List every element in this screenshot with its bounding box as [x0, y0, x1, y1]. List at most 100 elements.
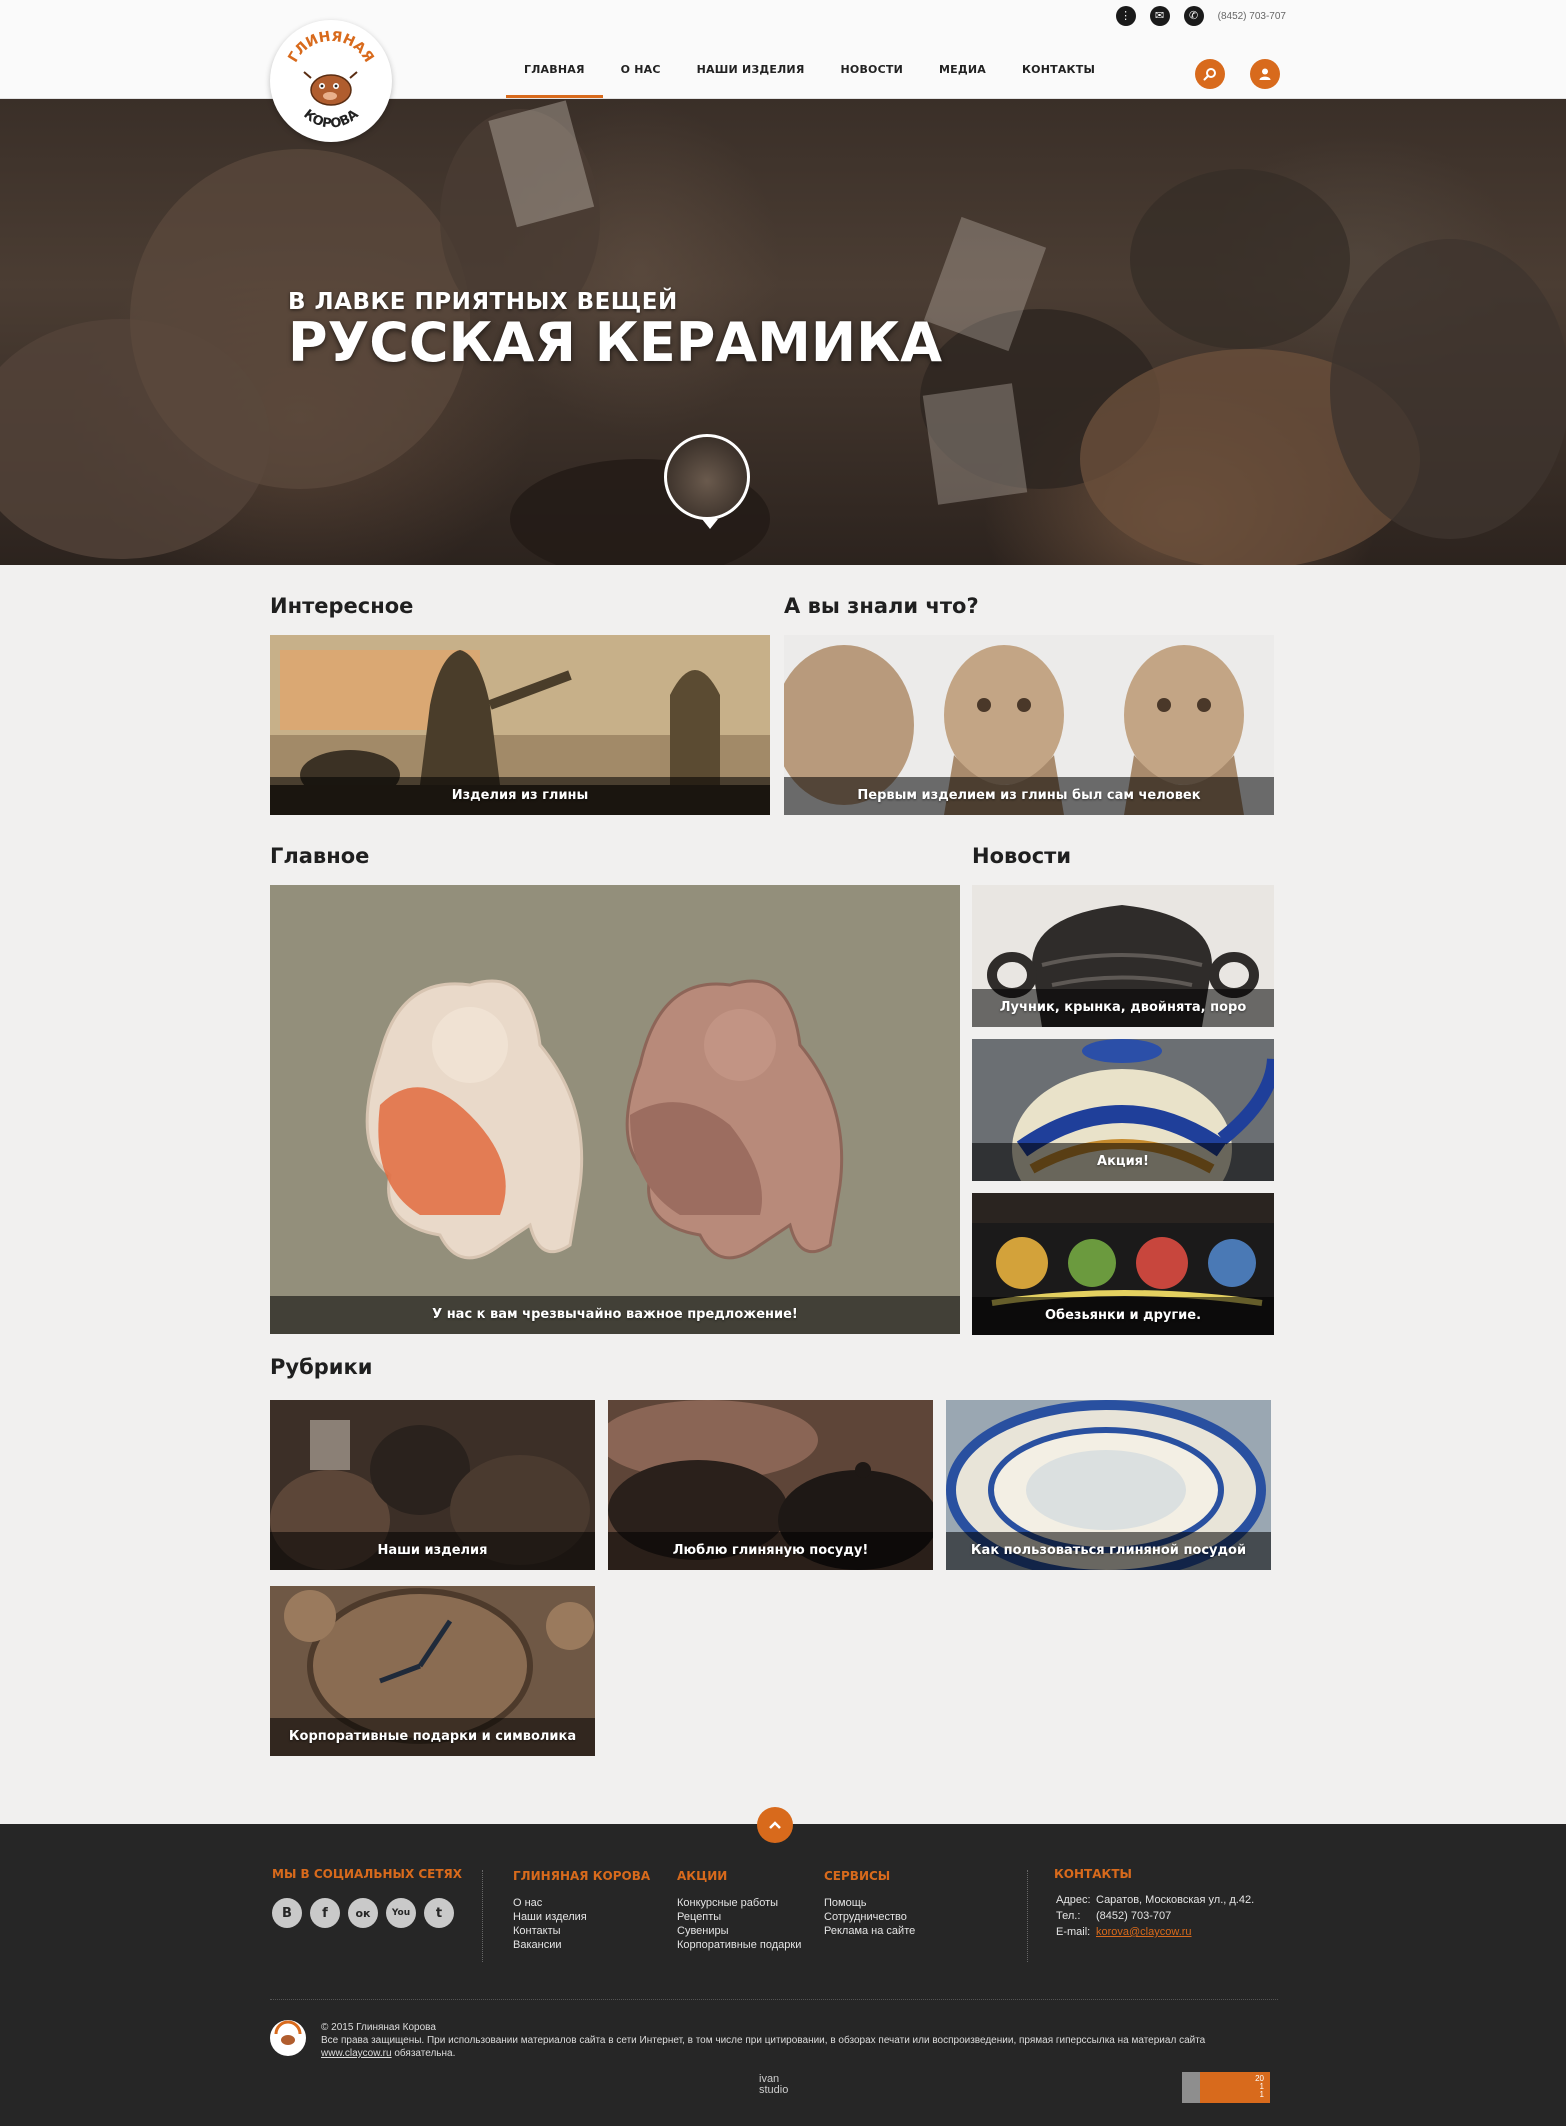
user-button[interactable] — [1250, 59, 1280, 89]
card-main-feature[interactable]: У нас к вам чрезвычайно важное предложен… — [270, 885, 960, 1334]
card-caption: Акция! — [972, 1143, 1274, 1181]
card-interesting[interactable]: Изделия из глины — [270, 635, 770, 815]
rubric-card[interactable]: Наши изделия — [270, 1400, 595, 1570]
email-link[interactable]: korova@claycow.ru — [1096, 1924, 1192, 1940]
footer-link[interactable]: Реклама на сайте — [824, 1924, 915, 1938]
footer-logo[interactable] — [270, 2020, 306, 2056]
footer-link[interactable]: Помощь — [824, 1896, 915, 1910]
footer-link[interactable]: Сувениры — [677, 1924, 801, 1938]
news-card[interactable]: Обезьянки и другие. — [972, 1193, 1274, 1335]
site-logo[interactable]: ГЛИНЯНАЯ КОРОВА — [270, 20, 392, 142]
news-card[interactable]: Лучник, крынка, двойнята, поро — [972, 885, 1274, 1027]
contact-address: Адрес: Саратов, Московская ул., д.42. — [1056, 1892, 1254, 1908]
footer-link[interactable]: Контакты — [513, 1924, 587, 1938]
hero-slider: В ЛАВКЕ ПРИЯТНЫХ ВЕЩЕЙ РУССКАЯ КЕРАМИКА — [0, 99, 1566, 565]
hero-slide-thumbnail[interactable] — [664, 434, 750, 529]
sitemap-icon[interactable]: ⋮ — [1115, 6, 1136, 26]
contact-phone: Тел.: (8452) 703-707 — [1056, 1908, 1254, 1924]
contact-label: Адрес: — [1056, 1894, 1091, 1906]
footer-link[interactable]: Рецепты — [677, 1910, 801, 1924]
main-nav: ГЛАВНАЯ О НАС НАШИ ИЗДЕЛИЯ НОВОСТИ МЕДИА… — [506, 60, 1113, 98]
footer-col-title: СЕРВИСЫ — [824, 1869, 891, 1883]
footer-contacts-title: КОНТАКТЫ — [1054, 1867, 1132, 1881]
section-title-interesting: Интересное — [270, 594, 414, 618]
scroll-to-top-button[interactable] — [757, 1807, 793, 1843]
search-button[interactable] — [1195, 59, 1225, 89]
card-caption: Люблю глиняную посуду! — [608, 1532, 933, 1570]
logo-text-top: ГЛИНЯНАЯ — [285, 29, 376, 66]
mail-icon[interactable]: ✉ — [1149, 6, 1170, 26]
footer-col-title: ГЛИНЯНАЯ КОРОВА — [513, 1869, 651, 1883]
section-title-main: Главное — [270, 844, 370, 868]
developer-studio-logo[interactable]: ivan studio — [759, 2074, 788, 2096]
legal-notice-end: обязательна. — [394, 2048, 456, 2059]
section-title-did-you-know: А вы знали что? — [784, 594, 979, 618]
footer-divider — [1027, 1870, 1028, 1962]
nav-item-home[interactable]: ГЛАВНАЯ — [506, 60, 603, 98]
youtube-icon[interactable]: You — [386, 1898, 416, 1928]
chevron-up-icon — [769, 1821, 781, 1829]
nav-item-about[interactable]: О НАС — [603, 60, 679, 98]
footer-link[interactable]: Конкурсные работы — [677, 1896, 801, 1910]
rubric-card[interactable]: Корпоративные подарки и символика — [270, 1586, 595, 1756]
footer-links: Конкурсные работы Рецепты Сувениры Корпо… — [677, 1896, 801, 1952]
contact-email: E-mail: korova@claycow.ru — [1056, 1924, 1254, 1940]
footer-link[interactable]: Вакансии — [513, 1938, 587, 1952]
site-header: ⋮ ✉ ✆ (8452) 703-707 ГЛАВНАЯ О НАС НАШИ … — [0, 0, 1566, 99]
header-phone: (8452) 703-707 — [1217, 10, 1286, 22]
twitter-icon[interactable]: t — [424, 1898, 454, 1928]
footer-rule — [270, 1999, 1278, 2000]
footer-contacts: Адрес: Саратов, Московская ул., д.42. Те… — [1056, 1892, 1254, 1940]
footer-copyright: © 2015 Глиняная Корова Все права защищен… — [321, 2021, 1261, 2060]
card-caption: Изделия из глины — [270, 777, 770, 815]
footer-divider — [482, 1870, 483, 1962]
user-icon — [1259, 68, 1271, 80]
vk-icon[interactable]: В — [272, 1898, 302, 1928]
card-caption: Как пользоваться глиняной посудой — [946, 1532, 1271, 1570]
contact-label: E-mail: — [1056, 1926, 1091, 1938]
card-caption: Наши изделия — [270, 1532, 595, 1570]
phone-icon[interactable]: ✆ — [1183, 6, 1204, 26]
nav-item-news[interactable]: НОВОСТИ — [823, 60, 921, 98]
card-caption: Корпоративные подарки и символика — [270, 1718, 595, 1756]
contact-value: Саратов, Московская ул., д.42. — [1096, 1894, 1255, 1906]
logo-text-bottom: КОРОВА — [300, 107, 361, 132]
visit-counter[interactable]: 20 1 1 — [1182, 2072, 1270, 2103]
section-title-news: Новости — [972, 844, 1072, 868]
footer-link[interactable]: Сотрудничество — [824, 1910, 915, 1924]
card-caption: У нас к вам чрезвычайно важное предложен… — [270, 1296, 960, 1334]
site-link[interactable]: www.claycow.ru — [321, 2048, 392, 2059]
utility-bar: ⋮ ✉ ✆ (8452) 703-707 — [1115, 6, 1286, 26]
footer-links: О нас Наши изделия Контакты Вакансии — [513, 1896, 587, 1952]
section-title-rubrics: Рубрики — [270, 1355, 373, 1379]
legal-text: Все права защищены. При использовании ма… — [321, 2034, 1261, 2060]
counter-value: 1 — [1259, 2090, 1264, 2099]
rubric-card[interactable]: Люблю глиняную посуду! — [608, 1400, 933, 1570]
nav-item-products[interactable]: НАШИ ИЗДЕЛИЯ — [679, 60, 823, 98]
counter-chart-icon — [1182, 2072, 1200, 2103]
site-footer: МЫ В СОЦИАЛЬНЫХ СЕТЯХ В f ок You t ГЛИНЯ… — [0, 1824, 1566, 2126]
footer-link[interactable]: О нас — [513, 1896, 587, 1910]
card-did-you-know[interactable]: Первым изделием из глины был сам человек — [784, 635, 1274, 815]
nav-item-media[interactable]: МЕДИА — [921, 60, 1004, 98]
nav-item-contacts[interactable]: КОНТАКТЫ — [1004, 60, 1113, 98]
copyright-text: © 2015 Глиняная Корова — [321, 2022, 436, 2033]
facebook-icon[interactable]: f — [310, 1898, 340, 1928]
card-caption: Лучник, крынка, двойнята, поро — [972, 989, 1274, 1027]
footer-col-title: АКЦИИ — [677, 1869, 728, 1883]
card-caption: Первым изделием из глины был сам человек — [784, 777, 1274, 815]
search-icon — [1203, 68, 1216, 81]
footer-link[interactable]: Корпоративные подарки — [677, 1938, 801, 1952]
odnoklassniki-icon[interactable]: ок — [348, 1898, 378, 1928]
news-card[interactable]: Акция! — [972, 1039, 1274, 1181]
rubric-card[interactable]: Как пользоваться глиняной посудой — [946, 1400, 1271, 1570]
footer-link[interactable]: Наши изделия — [513, 1910, 587, 1924]
footer-social-title: МЫ В СОЦИАЛЬНЫХ СЕТЯХ — [272, 1867, 463, 1881]
hero-title: РУССКАЯ КЕРАМИКА — [288, 311, 943, 374]
card-image — [270, 885, 960, 1334]
footer-links: Помощь Сотрудничество Реклама на сайте — [824, 1896, 915, 1938]
card-caption: Обезьянки и другие. — [972, 1297, 1274, 1335]
counter-values: 20 1 1 — [1255, 2075, 1264, 2099]
contact-label: Тел.: — [1056, 1910, 1081, 1922]
contact-value: (8452) 703-707 — [1096, 1910, 1172, 1922]
